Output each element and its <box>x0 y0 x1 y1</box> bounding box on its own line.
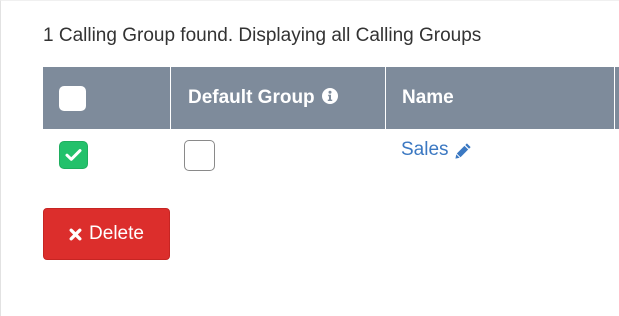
delete-button-label: Delete <box>89 223 144 244</box>
info-circle-icon[interactable] <box>321 88 338 104</box>
group-name-link[interactable]: Sales <box>401 139 472 161</box>
delete-button[interactable]: Delete <box>43 208 170 260</box>
table-header: Default Group Name <box>43 67 619 129</box>
calling-groups-panel: 1 Calling Group found. Displaying all Ca… <box>0 0 619 316</box>
group-name-label: Sales <box>401 139 449 160</box>
results-summary: 1 Calling Group found. Displaying all Ca… <box>43 25 482 46</box>
header-name[interactable]: Name <box>385 67 614 129</box>
pencil-icon[interactable] <box>454 142 472 159</box>
times-icon <box>69 228 82 240</box>
select-all-checkbox[interactable] <box>59 86 86 111</box>
checkmark-icon <box>65 149 82 161</box>
header-name-label: Name <box>402 87 454 108</box>
header-default-group[interactable]: Default Group <box>170 67 385 129</box>
default-group-checkbox[interactable] <box>184 140 215 171</box>
calling-groups-table: Default Group Name Sales <box>43 67 619 187</box>
table-row: Sales <box>43 129 619 187</box>
header-select-cell <box>43 67 170 129</box>
header-next-column <box>614 67 619 129</box>
row-select-checkbox[interactable] <box>59 141 88 169</box>
header-default-group-label: Default Group <box>188 87 315 108</box>
